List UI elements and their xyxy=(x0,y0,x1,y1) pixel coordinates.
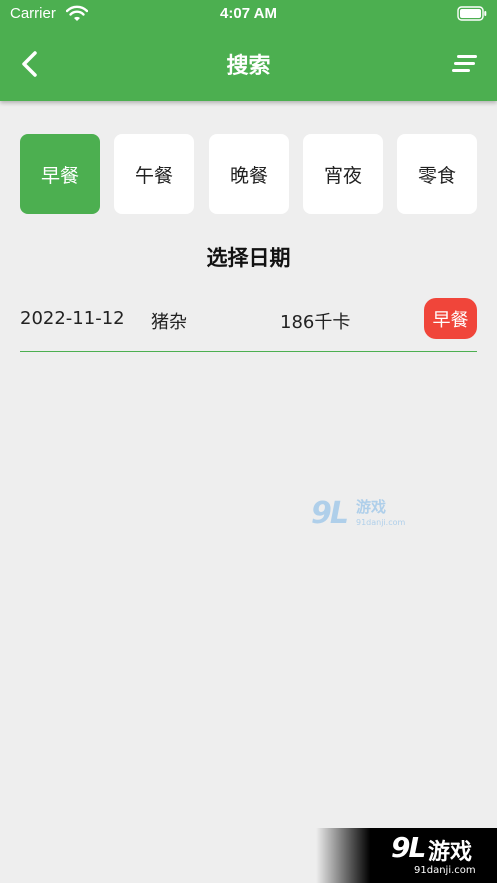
corner-watermark: 9L 游戏 91danji.com xyxy=(316,828,497,883)
tab-breakfast[interactable]: 早餐 xyxy=(20,134,100,214)
tab-lunch[interactable]: 午餐 xyxy=(114,134,194,214)
watermark-number: 9L xyxy=(311,496,349,531)
page-title: 搜索 xyxy=(226,54,271,79)
watermark-url: 91danji.com xyxy=(356,518,406,527)
record-meal-badge: 早餐 xyxy=(424,298,477,339)
screen: Carrier 4:07 AM 搜索 早餐 午餐 晚餐 宵夜 零食 选择日期 2… xyxy=(0,0,497,883)
watermark-name: 游戏 xyxy=(356,498,387,516)
tab-late-night-snack[interactable]: 宵夜 xyxy=(303,134,383,214)
tab-dinner[interactable]: 晚餐 xyxy=(209,134,289,214)
battery-icon xyxy=(457,6,487,25)
corner-watermark-number: 9L xyxy=(391,831,426,864)
menu-icon xyxy=(452,55,477,72)
status-time: 4:07 AM xyxy=(220,5,277,22)
record-date: 2022-11-12 xyxy=(20,308,125,329)
corner-watermark-name: 游戏 xyxy=(428,840,473,865)
record-calories: 186千卡 xyxy=(280,312,351,333)
record-food: 猪杂 xyxy=(151,312,187,333)
back-button[interactable] xyxy=(14,47,48,81)
corner-watermark-url: 91danji.com xyxy=(414,865,476,876)
select-date-heading[interactable]: 选择日期 xyxy=(0,242,497,272)
record-row[interactable]: 2022-11-12 猪杂 186千卡 早餐 xyxy=(20,296,477,352)
tab-snacks[interactable]: 零食 xyxy=(397,134,477,214)
app-header: Carrier 4:07 AM 搜索 xyxy=(0,0,497,101)
back-arrow-icon xyxy=(22,51,37,77)
menu-button[interactable] xyxy=(451,52,479,76)
